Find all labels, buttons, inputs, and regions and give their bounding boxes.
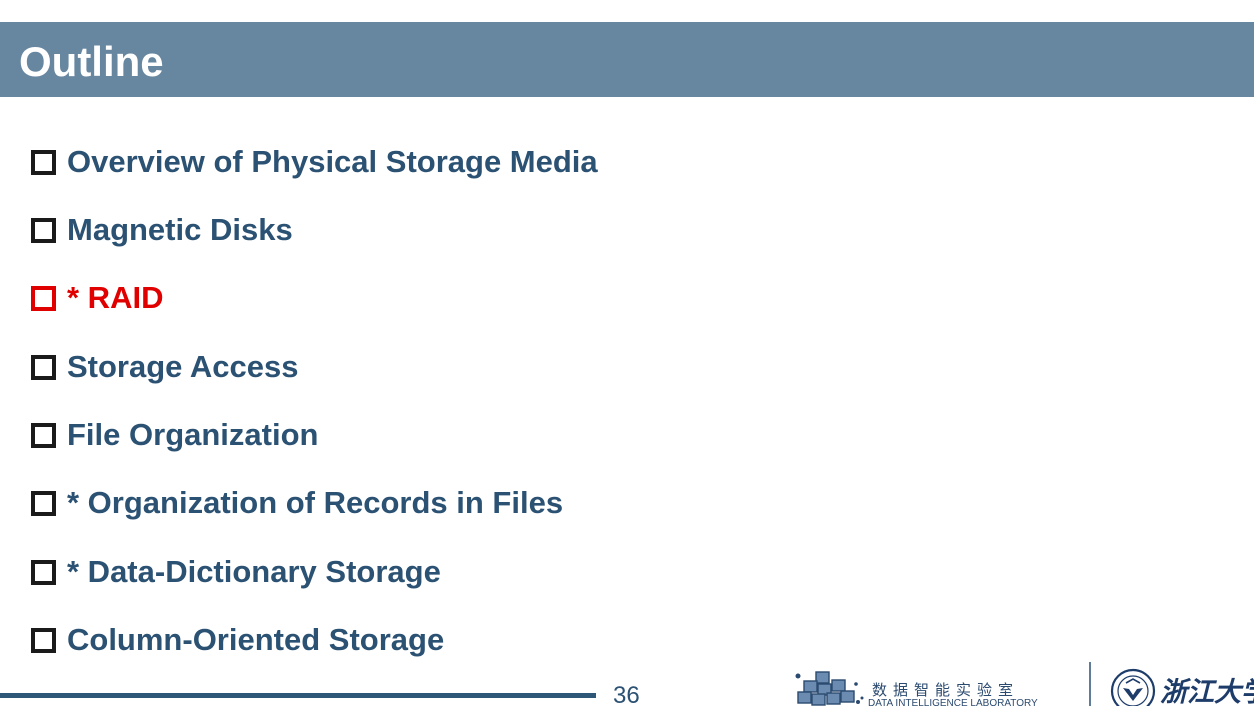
outline-item-label: Column-Oriented Storage (67, 622, 445, 657)
outline-item-column-oriented: Column-Oriented Storage (31, 620, 444, 660)
outline-item-label: Magnetic Disks (67, 212, 293, 247)
footer-rule (0, 693, 596, 698)
outline-item-label: * Organization of Records in Files (67, 485, 564, 520)
cube-cluster-icon (795, 671, 864, 706)
lab-logo: 数据智能实验室 DATA INTELLIGENCE LABORATORY (794, 668, 1094, 709)
lab-name-cn: 数据智能实验室 (872, 681, 1020, 699)
checkbox-icon (31, 490, 56, 516)
outline-item-records-in-files: * Organization of Records in Files (31, 483, 563, 523)
checkbox-icon (31, 217, 56, 243)
outline-item-label: Overview of Physical Storage Media (67, 144, 598, 179)
outline-item-magnetic-disks: Magnetic Disks (31, 210, 293, 250)
university-logo: 浙江大学 (1108, 668, 1254, 706)
checkbox-icon (31, 559, 56, 585)
slide-title: Outline (19, 38, 164, 85)
outline-item-label: * RAID (67, 280, 164, 315)
lab-name-en: DATA INTELLIGENCE LABORATORY (868, 698, 1038, 709)
title-bar: Outline (0, 22, 1254, 97)
outline-item-data-dictionary: * Data-Dictionary Storage (31, 552, 441, 592)
checkbox-icon (31, 422, 56, 448)
outline-item-file-organization: File Organization (31, 415, 318, 455)
university-seal-icon (1110, 668, 1156, 706)
checkbox-icon (31, 149, 56, 175)
university-name: 浙江大学 (1160, 677, 1254, 706)
logo-divider (1089, 662, 1091, 706)
checkbox-icon (31, 285, 56, 311)
outline-item-label: File Organization (67, 417, 319, 452)
checkbox-icon (31, 354, 56, 380)
outline-item-label: Storage Access (67, 349, 299, 384)
outline-item-raid: * RAID (31, 278, 163, 318)
checkbox-icon (31, 627, 56, 653)
outline-item-storage-access: Storage Access (31, 347, 298, 387)
outline-item-physical-storage: Overview of Physical Storage Media (31, 142, 598, 182)
outline-item-label: * Data-Dictionary Storage (67, 554, 441, 589)
